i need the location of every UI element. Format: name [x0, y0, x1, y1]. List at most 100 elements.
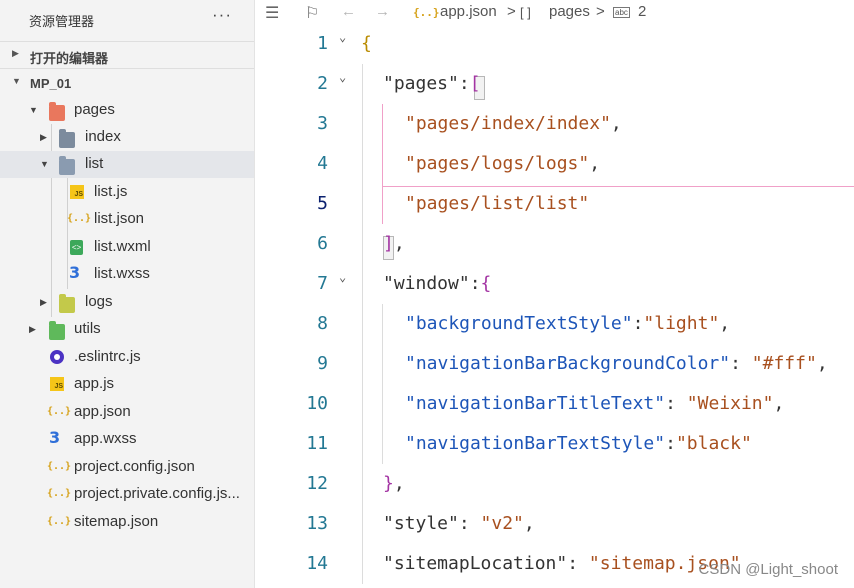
tree-item-label: logs: [85, 293, 113, 310]
comma: ,: [589, 153, 601, 174]
code-line[interactable]: 1 ⌄ {: [255, 24, 854, 64]
fold-chevron-icon[interactable]: ⌄: [339, 70, 346, 84]
code-line[interactable]: 13 "style": "v2",: [255, 504, 854, 544]
comma: ,: [610, 113, 622, 134]
json-string: "pages/logs/logs": [405, 153, 590, 174]
tree-file-project-config[interactable]: {..} project.config.json: [0, 454, 254, 481]
code-line[interactable]: 6 ],: [255, 224, 854, 264]
tree-item-label: app.js: [74, 375, 115, 392]
fold-chevron-icon[interactable]: ⌄: [339, 270, 346, 284]
json-file-icon: {..}: [47, 516, 72, 527]
chevron-down-icon: ▼: [40, 159, 49, 169]
open-editors-section[interactable]: ▶ 打开的编辑器: [0, 42, 254, 68]
tree-file-project-private-config[interactable]: {..} project.private.config.js...: [0, 481, 254, 508]
chevron-right-icon: ▶: [12, 48, 19, 58]
line-number: 3: [317, 113, 328, 134]
tree-item-label: app.wxss: [74, 430, 137, 447]
tree-folder-list[interactable]: ▼ list: [0, 151, 254, 178]
code-line[interactable]: 8 "backgroundTextStyle":"light",: [255, 304, 854, 344]
breadcrumb-separator: >: [507, 3, 516, 20]
line-number: 6: [317, 233, 328, 254]
json-key: "style": [383, 513, 459, 534]
json-key: "window": [383, 273, 470, 294]
code-editor[interactable]: ☰ ⚐ ← → {..} app.json > [ ] pages > abc …: [255, 0, 854, 588]
forward-arrow-icon[interactable]: →: [375, 3, 390, 20]
line-number: 12: [306, 473, 328, 494]
tree-file-list-wxss[interactable]: 3 list.wxss: [0, 261, 254, 288]
tree-folder-utils[interactable]: ▶ utils: [0, 316, 254, 343]
back-arrow-icon[interactable]: ←: [341, 3, 356, 20]
wxss-file-icon: 3: [49, 428, 61, 447]
tree-file-list-wxml[interactable]: <> list.wxml: [0, 234, 254, 261]
json-string: "#fff": [751, 353, 817, 374]
tree-folder-pages[interactable]: ▼ pages: [0, 97, 254, 124]
tree-item-label: list.json: [94, 210, 145, 227]
json-file-icon: {..}: [67, 213, 92, 224]
breadcrumb-section[interactable]: pages: [549, 3, 590, 20]
wxss-file-icon: 3: [69, 263, 81, 282]
explorer-sidebar: 资源管理器 ··· ▶ 打开的编辑器 ▼ MP_01 ▼ pages ▶ ind…: [0, 0, 255, 588]
code-line[interactable]: 9 "navigationBarBackgroundColor": "#fff"…: [255, 344, 854, 384]
tree-file-eslintrc[interactable]: .eslintrc.js: [0, 344, 254, 371]
colon: :: [458, 73, 470, 94]
tree-file-list-json[interactable]: {..} list.json: [0, 206, 254, 233]
json-key: "pages": [383, 73, 459, 94]
code-line[interactable]: 3 "pages/index/index",: [255, 104, 854, 144]
tree-item-label: sitemap.json: [74, 513, 159, 530]
tree-file-app-wxss[interactable]: 3 app.wxss: [0, 426, 254, 453]
code-line[interactable]: 4 "pages/logs/logs",: [255, 144, 854, 184]
line-number: 1: [317, 33, 328, 54]
folder-icon: [59, 294, 75, 313]
tree-folder-index[interactable]: ▶ index: [0, 124, 254, 151]
fold-chevron-icon[interactable]: ⌄: [339, 30, 346, 44]
list-icon[interactable]: ☰: [265, 3, 279, 23]
code-line[interactable]: 7 ⌄ "window":{: [255, 264, 854, 304]
folder-icon: [49, 102, 65, 121]
json-string: "black": [675, 433, 752, 454]
js-file-icon: JS: [50, 377, 64, 391]
json-string: "pages/list/list": [405, 193, 590, 214]
json-file-icon: {..}: [413, 6, 440, 19]
folder-open-icon: [59, 156, 75, 175]
line-number: 8: [317, 313, 328, 334]
brace: }: [383, 473, 394, 494]
more-actions-icon[interactable]: ···: [212, 5, 232, 25]
tree-file-app-json[interactable]: {..} app.json: [0, 399, 254, 426]
json-file-icon: {..}: [47, 461, 72, 472]
colon: :: [632, 313, 644, 334]
explorer-title: 资源管理器: [29, 14, 95, 29]
comma: ,: [816, 353, 828, 374]
breadcrumb-file[interactable]: app.json: [440, 3, 497, 20]
project-label: MP_01: [30, 76, 72, 91]
tree-item-label: utils: [74, 320, 101, 337]
code-line[interactable]: 10 "navigationBarTitleText": "Weixin",: [255, 384, 854, 424]
json-string: "v2": [480, 513, 524, 534]
colon: :: [665, 433, 676, 454]
tree-item-label: app.json: [74, 403, 131, 420]
bookmark-icon[interactable]: ⚐: [305, 3, 319, 23]
colon: :: [567, 553, 589, 574]
json-string: "Weixin": [686, 393, 774, 414]
code-line[interactable]: 11 "navigationBarTextStyle":"black": [255, 424, 854, 464]
line-number: 10: [306, 393, 328, 414]
breadcrumb-item[interactable]: 2: [638, 3, 646, 20]
line-number: 14: [306, 553, 328, 574]
comma: ,: [719, 313, 731, 334]
project-section[interactable]: ▼ MP_01: [0, 70, 254, 96]
bracket: [: [469, 73, 481, 94]
chevron-right-icon: ▶: [29, 324, 36, 334]
breadcrumb: ☰ ⚐ ← → {..} app.json > [ ] pages > abc …: [255, 0, 854, 24]
string-icon: abc: [613, 7, 630, 18]
code-line[interactable]: 12 },: [255, 464, 854, 504]
tree-file-app-js[interactable]: JS app.js: [0, 371, 254, 398]
tree-item-label: list: [85, 155, 104, 172]
brace: {: [480, 273, 492, 294]
colon: :: [730, 353, 752, 374]
json-string: "light": [643, 313, 720, 334]
tree-folder-logs[interactable]: ▶ logs: [0, 289, 254, 316]
code-line[interactable]: 2 ⌄ "pages":[: [255, 64, 854, 104]
comma: ,: [773, 393, 785, 414]
code-line[interactable]: 5 "pages/list/list": [255, 184, 854, 224]
tree-file-list-js[interactable]: JS list.js: [0, 179, 254, 206]
tree-file-sitemap[interactable]: {..} sitemap.json: [0, 509, 254, 536]
